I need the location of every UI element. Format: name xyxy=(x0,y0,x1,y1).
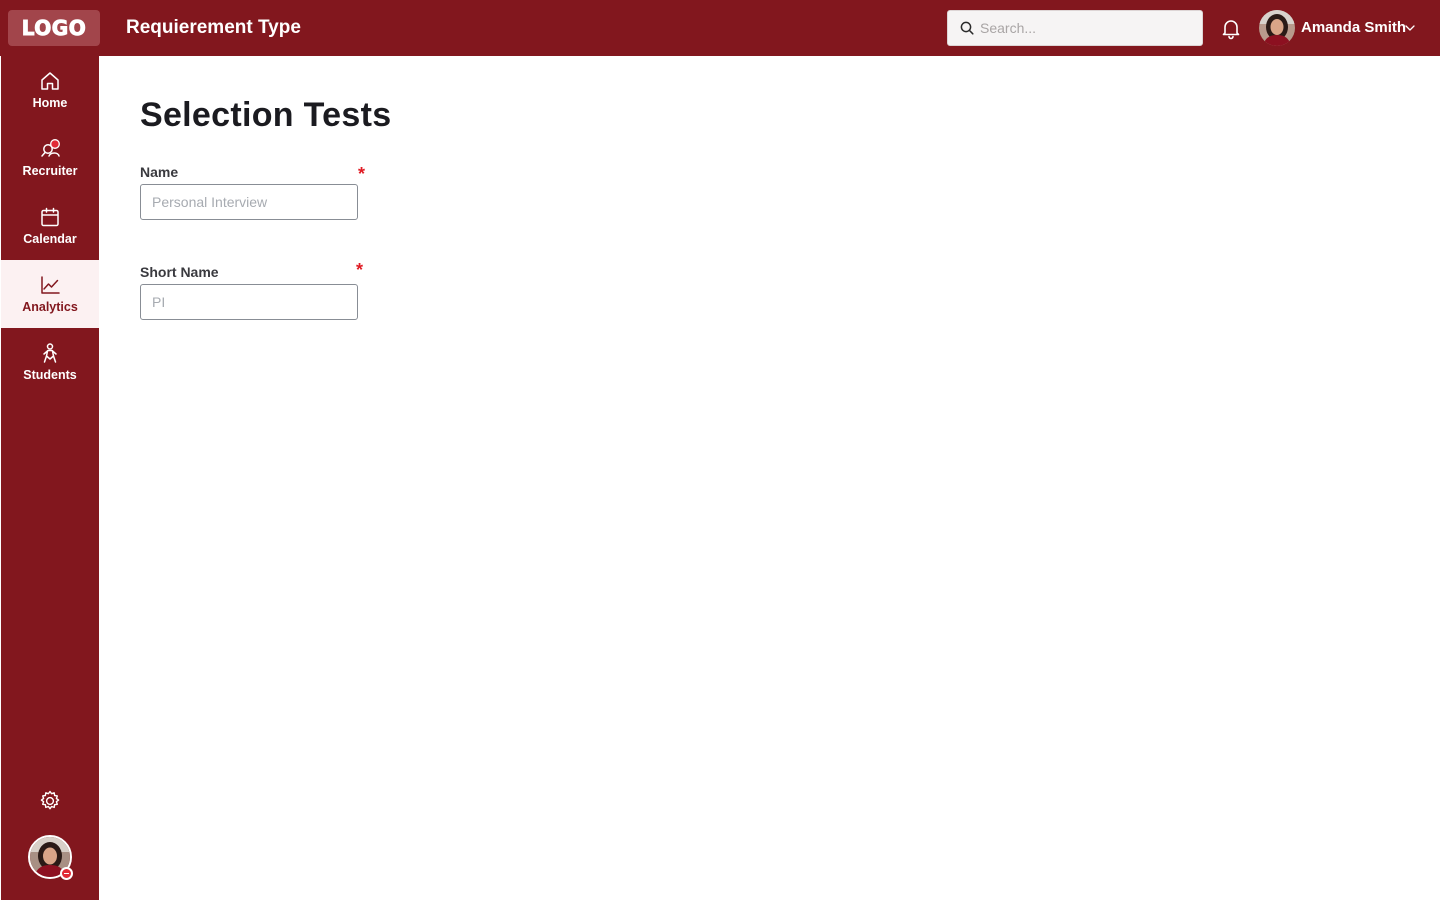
search-input[interactable] xyxy=(980,20,1200,36)
logo[interactable]: LOGO xyxy=(8,10,100,46)
students-icon xyxy=(43,343,57,363)
search-box[interactable] xyxy=(947,10,1203,46)
sidebar-item-analytics[interactable]: Analytics xyxy=(1,260,99,328)
gear-icon[interactable] xyxy=(38,789,62,813)
short-name-field[interactable] xyxy=(140,284,358,320)
sidebar-item-calendar[interactable]: Calendar xyxy=(1,192,99,260)
sidebar-item-students[interactable]: Students xyxy=(1,328,99,396)
name-field-label: Name xyxy=(140,164,179,180)
sidebar-item-label: Analytics xyxy=(22,300,78,314)
top-bar: LOGO Requierement Type Amanda Smith xyxy=(0,0,1440,56)
analytics-icon xyxy=(41,276,60,294)
sidebar-item-label: Calendar xyxy=(23,232,77,246)
sidebar-item-label: Students xyxy=(23,368,77,382)
sidebar-item-home[interactable]: Home xyxy=(1,56,99,124)
calendar-icon xyxy=(41,207,59,227)
home-icon xyxy=(41,72,59,90)
bell-icon[interactable] xyxy=(1219,16,1243,40)
sidebar-item-recruiter[interactable]: Recruiter xyxy=(1,124,99,192)
page-header-title: Requierement Type xyxy=(126,17,301,38)
name-field[interactable] xyxy=(140,184,358,220)
recruiter-icon xyxy=(41,139,60,157)
user-avatar[interactable] xyxy=(1259,10,1295,46)
sidebar-item-label: Home xyxy=(32,96,68,110)
required-indicator: * xyxy=(358,164,366,184)
page-title: Selection Tests xyxy=(140,96,392,134)
search-icon xyxy=(960,21,974,35)
short-name-field-label: Short Name xyxy=(140,264,219,280)
user-name[interactable]: Amanda Smith xyxy=(1301,19,1406,36)
required-indicator: * xyxy=(356,260,364,280)
sidebar-item-label: Recruiter xyxy=(22,164,78,178)
chevron-down-icon[interactable] xyxy=(1404,22,1416,34)
status-badge xyxy=(60,867,73,880)
sidebar: Home Recruiter Calendar Analytics Studen… xyxy=(1,56,99,900)
